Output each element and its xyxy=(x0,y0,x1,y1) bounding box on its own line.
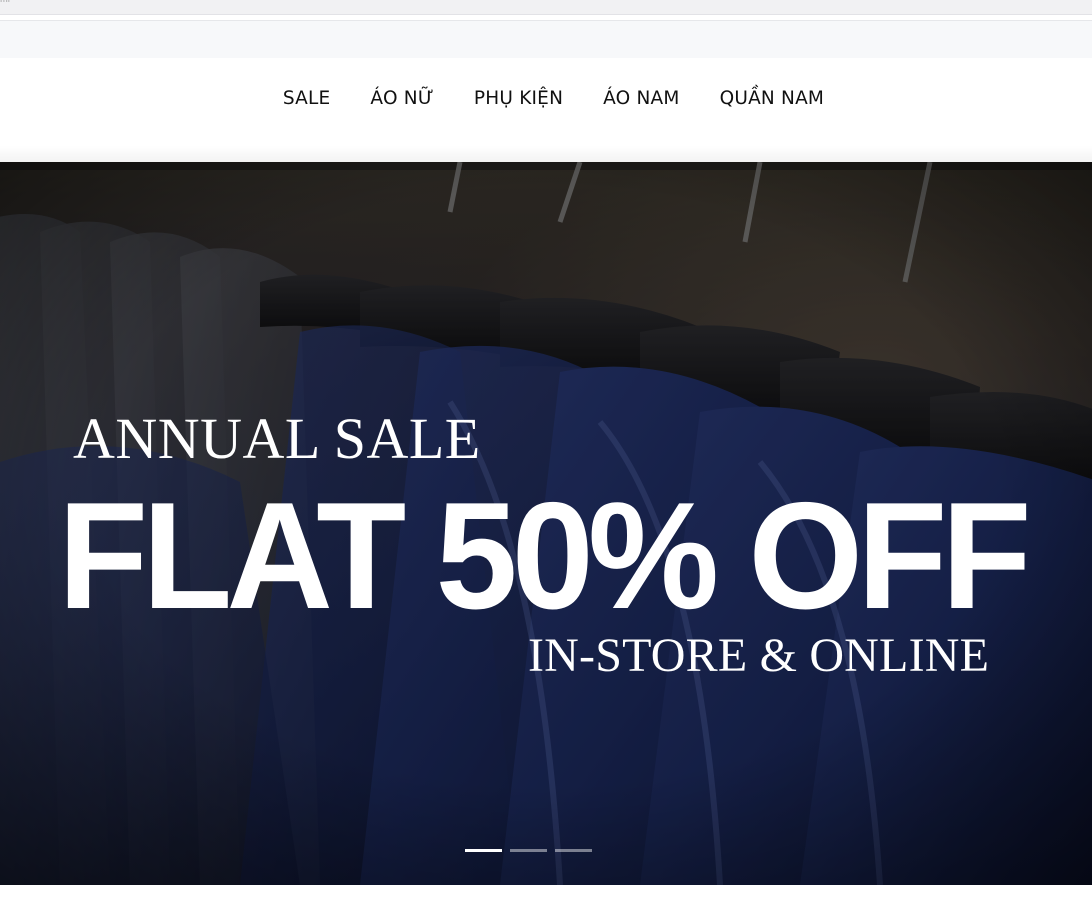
nav-item-sale[interactable]: SALE xyxy=(283,88,331,109)
hero-line-annual-sale: ANNUAL SALE xyxy=(73,406,481,471)
hero-line-in-store-online: IN-STORE & ONLINE xyxy=(528,629,990,682)
secondary-bar xyxy=(0,20,1092,59)
tab-text-stub: ml xyxy=(0,0,20,3)
nav-menu: SALE ÁO NỮ PHỤ KIỆN ÁO NAM QUẦN NAM xyxy=(0,88,1092,109)
nav-item-ao-nam[interactable]: ÁO NAM xyxy=(603,88,679,109)
nav-link-ao-nu[interactable]: ÁO NỮ xyxy=(370,88,433,109)
browser-top-strip: ml xyxy=(0,0,1092,15)
main-navigation: SALE ÁO NỮ PHỤ KIỆN ÁO NAM QUẦN NAM xyxy=(0,58,1092,146)
nav-item-phu-kien[interactable]: PHỤ KIỆN xyxy=(474,88,563,109)
hero-line-flat-off: FLAT 50% OFF xyxy=(58,471,1032,641)
nav-link-quan-nam[interactable]: QUẦN NAM xyxy=(720,88,825,109)
nav-link-sale[interactable]: SALE xyxy=(283,88,331,109)
nav-item-ao-nu[interactable]: ÁO NỮ xyxy=(370,88,433,109)
nav-link-ao-nam[interactable]: ÁO NAM xyxy=(603,88,679,109)
slide-indicators xyxy=(465,849,592,852)
hero-headline-group: ANNUAL SALE FLAT 50% OFF IN-STORE & ONLI… xyxy=(0,162,1092,885)
slide-indicator-3[interactable] xyxy=(555,849,592,852)
nav-bottom-shadow xyxy=(0,146,1092,162)
slide-indicator-2[interactable] xyxy=(510,849,547,852)
nav-link-phu-kien[interactable]: PHỤ KIỆN xyxy=(474,88,563,109)
nav-item-quan-nam[interactable]: QUẦN NAM xyxy=(720,88,825,109)
hero-banner[interactable]: ANNUAL SALE FLAT 50% OFF IN-STORE & ONLI… xyxy=(0,162,1092,885)
slide-indicator-1[interactable] xyxy=(465,849,502,852)
